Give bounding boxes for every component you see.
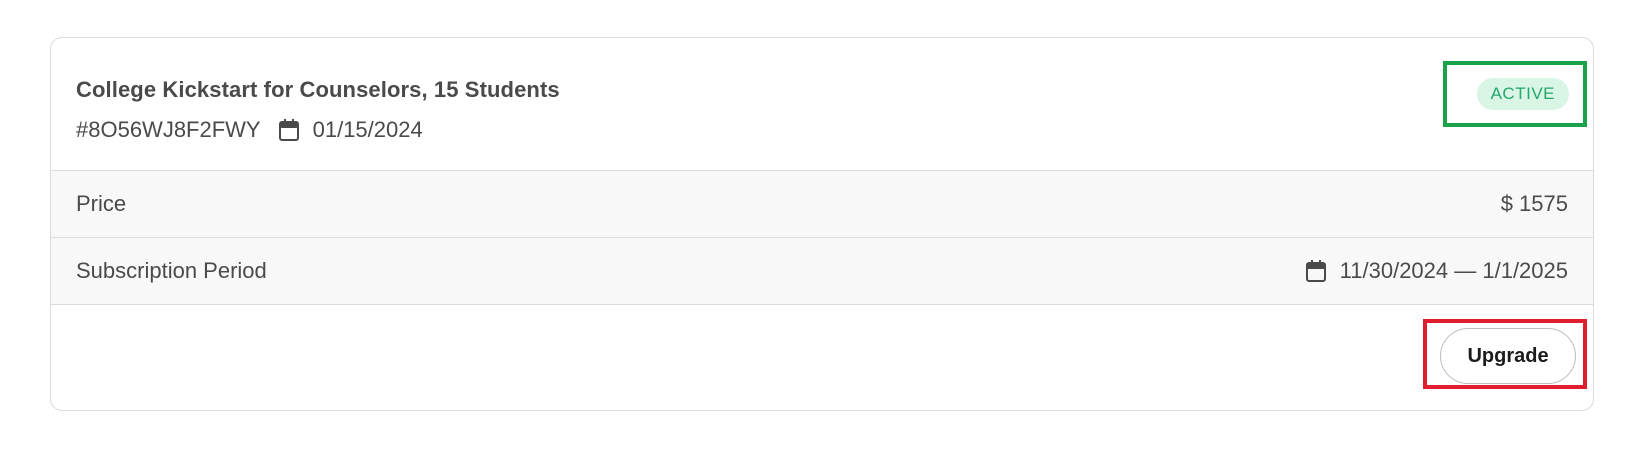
subscription-period-row: Subscription Period 11/30/2024 — 1/1/202… [51, 238, 1593, 305]
subscription-card: College Kickstart for Counselors, 15 Stu… [50, 37, 1594, 411]
subscription-footer: Upgrade [51, 305, 1593, 410]
subscription-period-value: 11/30/2024 — 1/1/2025 [1339, 258, 1568, 283]
upgrade-button[interactable]: Upgrade [1440, 328, 1576, 384]
price-value: $ 1575 [1500, 191, 1568, 216]
subscription-title: College Kickstart for Counselors, 15 Stu… [76, 77, 560, 102]
order-date: 01/15/2024 [312, 117, 423, 142]
calendar-icon [1305, 260, 1326, 282]
subscription-meta: #8O56WJ8F2FWY 01/15/2024 [76, 117, 423, 143]
status-badge: ACTIVE [1476, 78, 1569, 110]
subscription-period-label: Subscription Period [76, 258, 267, 283]
price-label: Price [76, 191, 127, 216]
price-row: Price $ 1575 [51, 171, 1593, 238]
subscription-header: College Kickstart for Counselors, 15 Stu… [51, 38, 1593, 171]
order-id: #8O56WJ8F2FWY [76, 117, 261, 142]
calendar-icon [278, 119, 299, 141]
subscription-period-value-wrap: 11/30/2024 — 1/1/2025 [1305, 258, 1568, 284]
